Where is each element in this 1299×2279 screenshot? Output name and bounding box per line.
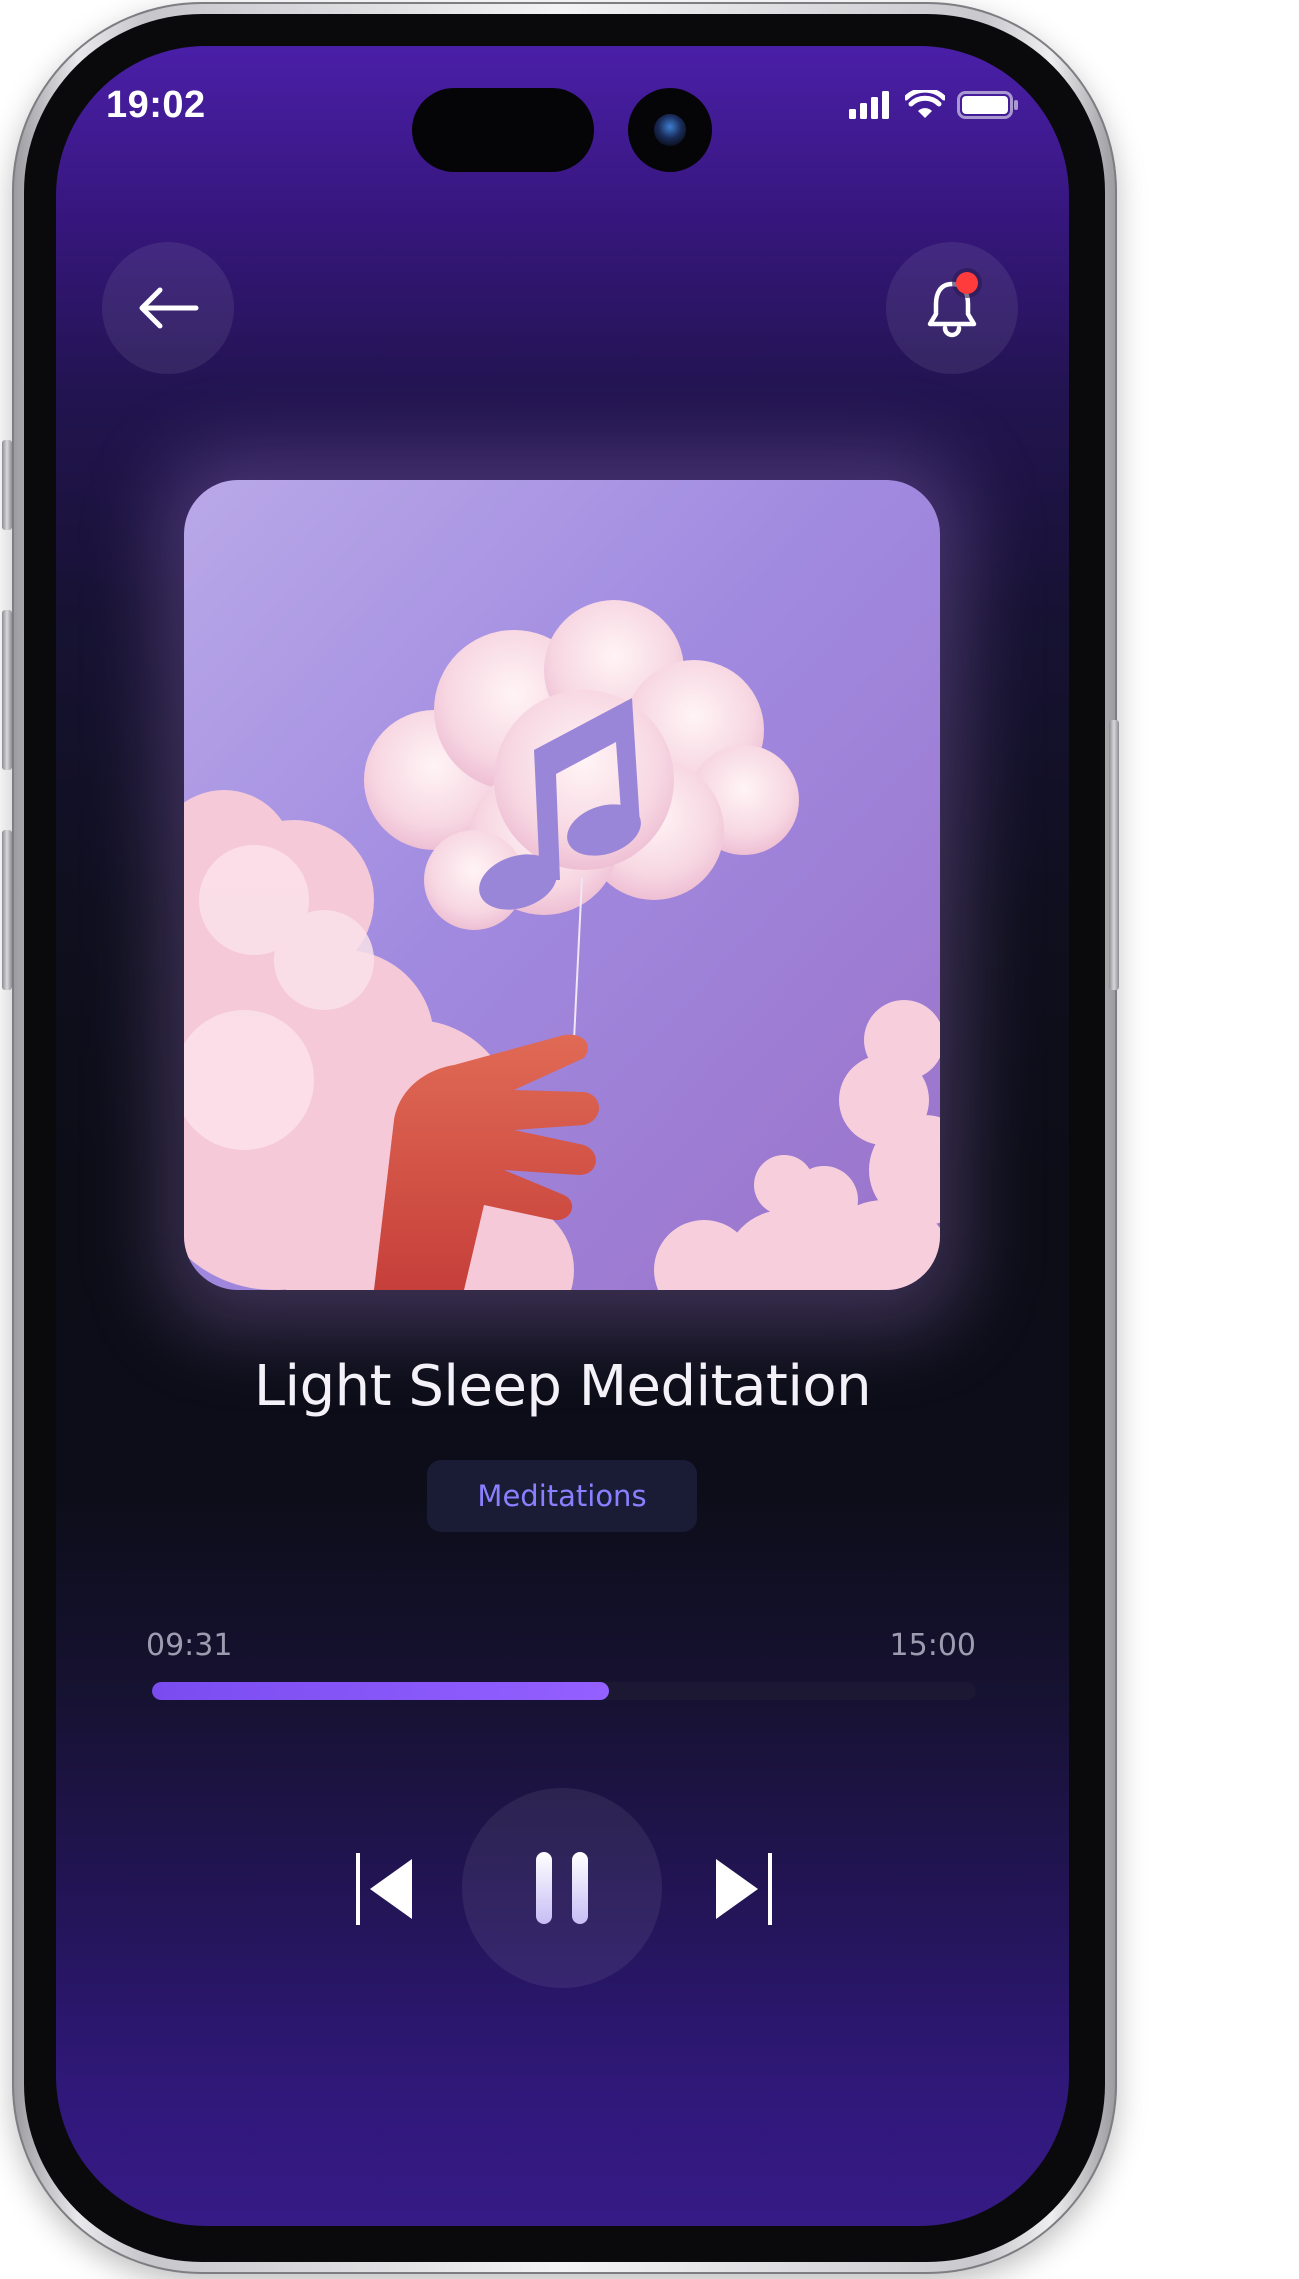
pause-button[interactable] xyxy=(462,1788,662,1988)
back-button[interactable] xyxy=(102,242,234,374)
category-chip[interactable]: Meditations xyxy=(427,1460,697,1532)
music-note-cloud-artwork xyxy=(184,480,940,1290)
album-artwork xyxy=(184,480,940,1290)
arrow-left-icon xyxy=(139,287,199,329)
volume-up-button xyxy=(2,610,12,770)
track-title: Light Sleep Meditation xyxy=(253,1354,872,1419)
skip-previous-icon xyxy=(356,1853,412,1925)
progress-slider[interactable] xyxy=(152,1682,976,1700)
front-camera xyxy=(628,88,712,172)
notification-dot xyxy=(956,272,978,294)
dynamic-island xyxy=(412,88,594,172)
status-icons xyxy=(849,90,1019,120)
cellular-signal-icon xyxy=(849,91,889,119)
power-button xyxy=(1109,720,1119,990)
progress-fill xyxy=(152,1682,610,1700)
skip-next-icon xyxy=(716,1853,772,1925)
wifi-icon xyxy=(905,90,945,118)
total-duration: 15:00 xyxy=(889,1628,976,1663)
screen: 19:02 Light Sleep Meditation Meditations… xyxy=(56,46,1069,2226)
previous-button[interactable] xyxy=(336,1846,436,1932)
battery-icon xyxy=(957,91,1018,119)
next-button[interactable] xyxy=(692,1846,792,1932)
notifications-button[interactable] xyxy=(886,242,1018,374)
volume-down-button xyxy=(2,830,12,990)
action-button xyxy=(2,440,12,530)
pause-icon xyxy=(536,1852,588,1924)
status-time: 19:02 xyxy=(106,84,206,126)
home-indicator xyxy=(448,2186,678,2196)
elapsed-time: 09:31 xyxy=(146,1628,233,1663)
